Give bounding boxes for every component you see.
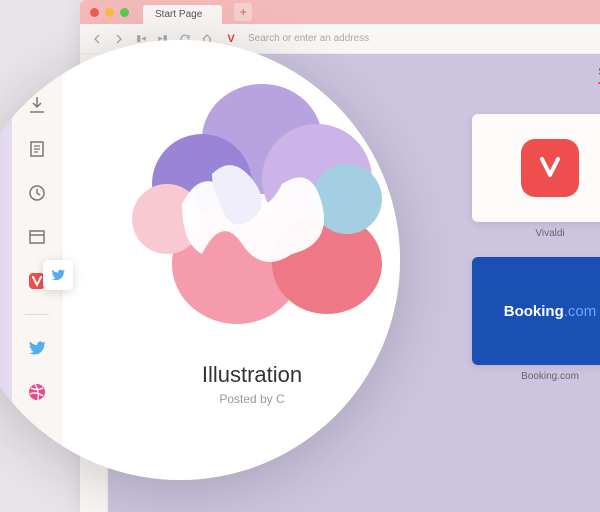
add-panel-button[interactable]: + <box>26 425 48 447</box>
post-subtitle: Posted by C <box>82 392 400 406</box>
window-panel-icon[interactable] <box>26 226 48 248</box>
traffic-lights <box>90 8 129 17</box>
lens-content-edge <box>0 40 12 480</box>
tile-thumb <box>472 114 600 222</box>
tile-vivaldi[interactable]: Vivaldi <box>472 114 600 239</box>
tile-thumb: Booking.com <box>472 257 600 365</box>
new-tab-button[interactable]: + <box>234 3 252 21</box>
titlebar: Start Page + <box>80 0 600 24</box>
twitter-panel-tooltip-icon[interactable] <box>43 260 73 290</box>
close-dot[interactable] <box>90 8 99 17</box>
post-title: Illustration <box>82 362 400 388</box>
max-dot[interactable] <box>120 8 129 17</box>
notes-panel-icon[interactable] <box>26 138 48 160</box>
vivaldi-logo-icon <box>521 139 579 197</box>
booking-prefix: Booking <box>504 303 564 320</box>
tile-booking[interactable]: Booking.com Booking.com <box>472 257 600 382</box>
min-dot[interactable] <box>105 8 114 17</box>
illustration-artwork <box>112 64 392 344</box>
panel-divider <box>25 314 49 315</box>
tile-label: Vivaldi <box>472 228 600 239</box>
downloads-panel-icon[interactable] <box>26 94 48 116</box>
tab-start-page[interactable]: Start Page <box>143 5 222 24</box>
tile-label: Booking.com <box>472 371 600 382</box>
web-panel-content: Illustration Posted by C <box>62 40 400 480</box>
bookmarks-panel-icon[interactable] <box>26 50 48 72</box>
dribbble-web-panel-icon[interactable] <box>26 381 48 403</box>
speed-dial-tiles: Vivaldi Booking.com Booking.com <box>428 114 600 400</box>
booking-suffix: .com <box>564 303 597 320</box>
twitter-web-panel-icon[interactable] <box>26 337 48 359</box>
tab-strip: Start Page <box>143 0 222 24</box>
history-panel-icon[interactable] <box>26 182 48 204</box>
